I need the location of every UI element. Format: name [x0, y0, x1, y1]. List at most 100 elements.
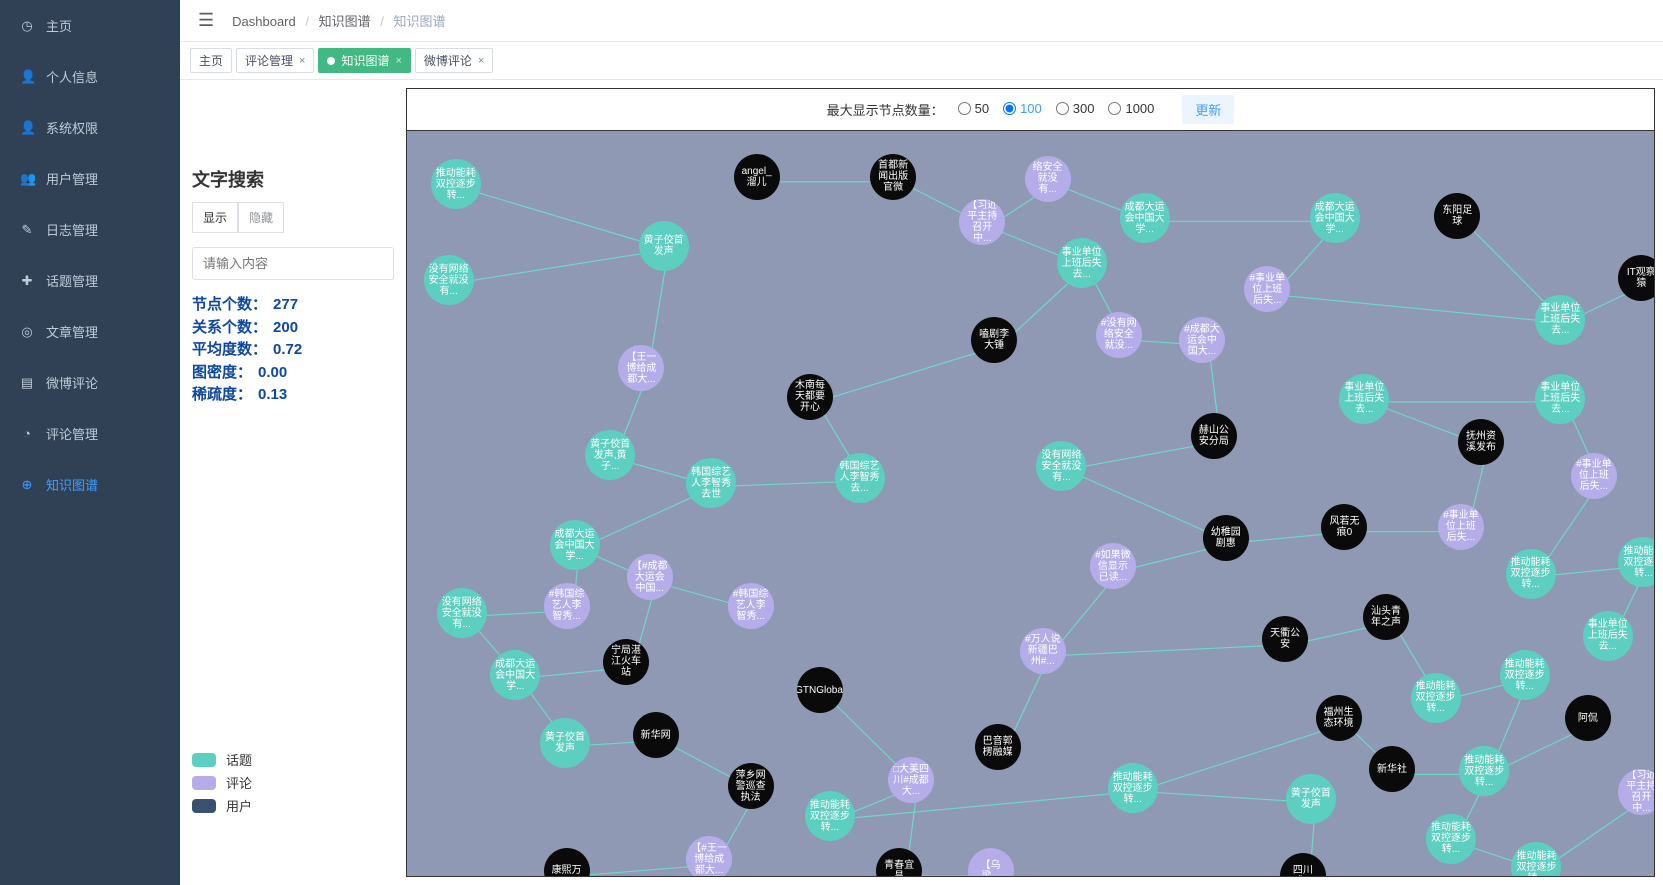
graph-node[interactable]: CGTNGloba... — [797, 667, 843, 713]
graph-node[interactable]: #事业单位上班后失... — [1244, 266, 1290, 312]
graph-node[interactable]: 首都新闻出版官微 — [870, 154, 916, 200]
tab-主页[interactable]: 主页 — [190, 48, 232, 73]
graph-node[interactable]: 成都大运会中国大学... — [550, 520, 600, 570]
graph-node[interactable]: angel_溜儿 — [734, 154, 780, 200]
graph-node[interactable]: 推动能耗双控逐步转... — [1426, 814, 1476, 864]
graph-node[interactable]: 福州生态环境 — [1316, 695, 1362, 741]
graph-node[interactable]: 黄子佼首发声 — [1286, 774, 1336, 824]
graph-node[interactable]: #成都大运会中国大... — [1179, 317, 1225, 363]
graph-node[interactable]: 青春宜昌 — [876, 848, 922, 876]
graph-node[interactable]: 木南每天都要开心 — [787, 374, 833, 420]
breadcrumb-b[interactable]: 知识图谱 — [319, 14, 371, 29]
tab-评论管理[interactable]: 评论管理× — [236, 48, 314, 73]
knowledge-graph[interactable]: 推动能耗双控逐步转... angel_溜儿 首都新闻出版官微 络安全就没有... 成都大… — [407, 131, 1654, 876]
graph-node[interactable]: 推动能耗双控逐步转... — [1506, 549, 1556, 599]
search-input[interactable] — [192, 247, 394, 280]
graph-node[interactable]: 四川成... — [1280, 853, 1326, 876]
graph-node[interactable]: 成都大运会中国大学... — [1120, 193, 1170, 243]
nav-comments[interactable]: ◔评论管理 — [0, 408, 180, 459]
nav-articles[interactable]: ◎文章管理 — [0, 306, 180, 357]
hide-button[interactable]: 隐藏 — [238, 202, 284, 233]
node-count-option-50[interactable]: 50 — [958, 101, 989, 116]
nav-permission[interactable]: 👤系统权限 — [0, 102, 180, 153]
graph-node[interactable]: 络安全就没有... — [1025, 156, 1071, 202]
graph-node[interactable]: 推动能耗双控逐步转... — [1500, 650, 1550, 700]
graph-node[interactable]: 没有网络安全就没有... — [437, 588, 487, 638]
graph-node[interactable]: 没有网络安全就没有... — [1036, 441, 1086, 491]
graph-node[interactable]: 推动能耗双控逐步转... — [805, 791, 855, 841]
nav-topics[interactable]: ✚话题管理 — [0, 255, 180, 306]
nav-users[interactable]: 👥用户管理 — [0, 153, 180, 204]
graph-node[interactable]: 黄子佼首发声 — [540, 718, 590, 768]
close-icon[interactable]: × — [478, 55, 484, 67]
nav-weibo[interactable]: ▤微博评论 — [0, 357, 180, 408]
graph-node[interactable]: 【习近平主持召开中... — [959, 199, 1005, 245]
graph-node[interactable]: #万人说新疆巴州#... — [1020, 628, 1066, 674]
graph-node[interactable]: □大美四川#成都大... — [888, 757, 934, 803]
graph-node[interactable]: 黄子佼首发声 — [639, 221, 689, 271]
close-icon[interactable]: × — [299, 55, 305, 67]
graph-node[interactable]: #韩国综艺人李智秀... — [544, 583, 590, 629]
graph-node[interactable]: 康熙万 — [544, 848, 590, 876]
nav-home[interactable]: ◷主页 — [0, 0, 180, 51]
graph-node[interactable]: 天衢公安 — [1262, 616, 1308, 662]
graph-node[interactable]: 嗑剧李大锤 — [971, 317, 1017, 363]
graph-node[interactable]: 没有网络安全就没有... — [424, 255, 474, 305]
graph-node[interactable]: 赫山公安分局 — [1191, 413, 1237, 459]
graph-node[interactable]: #如果微信显示已读... — [1090, 543, 1136, 589]
graph-node[interactable]: 黄子佼首发声,黄子... — [585, 430, 635, 480]
node-count-option-300[interactable]: 300 — [1056, 101, 1095, 116]
breadcrumb-a[interactable]: Dashboard — [232, 14, 296, 29]
tab-知识图谱[interactable]: 知识图谱× — [318, 48, 410, 73]
graph-node[interactable]: 事业单位上班后失去... — [1057, 238, 1107, 288]
graph-node[interactable]: 萍乡网警巡查执法 — [728, 763, 774, 809]
graph-node[interactable]: 事业单位上班后失去... — [1583, 611, 1633, 661]
nav-profile[interactable]: 👤个人信息 — [0, 51, 180, 102]
close-icon[interactable]: × — [395, 55, 401, 67]
nav-kg[interactable]: ⊕知识图谱 — [0, 459, 180, 510]
graph-node[interactable]: 【王一博给成都大... — [618, 345, 664, 391]
nav-logs[interactable]: ✎日志管理 — [0, 204, 180, 255]
graph-node[interactable]: 阿侃 — [1565, 695, 1611, 741]
graph-node[interactable]: 巴音郭楞融媒 — [975, 724, 1021, 770]
graph-node[interactable]: 成都大运会中国大学... — [1310, 193, 1360, 243]
graph-node[interactable]: 汕头青年之声 — [1363, 594, 1409, 640]
graph-node[interactable]: 宁局湛江火车站 — [603, 639, 649, 685]
graph-node[interactable]: 推动能耗双控逐步转... — [1459, 746, 1509, 796]
graph-node[interactable]: 东阳足球 — [1434, 193, 1480, 239]
graph-node[interactable]: 新华社 — [1369, 746, 1415, 792]
graph-node[interactable]: 推动能耗双控逐步转... — [1618, 537, 1654, 587]
graph-node[interactable]: 事业单位上班后失去... — [1535, 295, 1585, 345]
graph-node[interactable]: IT观察猿 — [1618, 255, 1654, 301]
graph-node[interactable]: 风若无痕0 — [1321, 504, 1367, 550]
graph-node[interactable]: 【#成都大运会中国... — [627, 554, 673, 600]
graph-node[interactable]: 【习近平主持召开中... — [1618, 769, 1654, 815]
tab-微博评论[interactable]: 微博评论× — [415, 48, 493, 73]
graph-node[interactable]: #没有网络安全就没... — [1096, 312, 1142, 358]
graph-node[interactable]: #韩国综艺人李智秀... — [728, 583, 774, 629]
graph-node[interactable]: 幼稚园剧惠 — [1203, 515, 1249, 561]
graph-node[interactable]: 【#王一博给成都大... — [686, 836, 732, 876]
nav-users-icon: 👥 — [20, 171, 34, 187]
graph-node[interactable]: #事业单位上班后失... — [1571, 453, 1617, 499]
graph-node[interactable]: 事业单位上班后失去... — [1535, 374, 1585, 424]
graph-node[interactable]: 抚州资溪发布 — [1458, 419, 1504, 465]
graph-node[interactable]: 韩国综艺人李智秀去世 — [686, 458, 736, 508]
graph-node[interactable]: 韩国综艺人李智秀去... — [835, 453, 885, 503]
node-count-option-1000[interactable]: 1000 — [1108, 101, 1154, 116]
graph-node[interactable]: 推动能耗双控逐步转... — [431, 159, 481, 209]
graph-node[interactable]: 推动能耗双控逐步转... — [1108, 763, 1158, 813]
graph-node[interactable]: 事业单位上班后失去... — [1339, 374, 1389, 424]
update-button[interactable]: 更新 — [1182, 95, 1234, 124]
node-count-option-100[interactable]: 100 — [1003, 101, 1042, 116]
show-button[interactable]: 显示 — [192, 202, 238, 233]
hamburger-icon[interactable]: ☰ — [198, 10, 214, 31]
graph-node[interactable]: 新华网 — [633, 712, 679, 758]
nav-comments-icon: ◔ — [20, 426, 34, 441]
graph-node[interactable]: 成都大运会中国大学... — [490, 650, 540, 700]
graph-node[interactable]: #事业单位上班后失... — [1438, 504, 1484, 550]
graph-node[interactable]: 【乌梁... — [968, 848, 1014, 876]
graph-node[interactable]: 推动能耗双控逐步转... — [1411, 673, 1461, 723]
graph-node[interactable]: 推动能耗双控逐步转... — [1511, 842, 1561, 876]
show-hide-toggle[interactable]: 显示 隐藏 — [192, 202, 394, 233]
